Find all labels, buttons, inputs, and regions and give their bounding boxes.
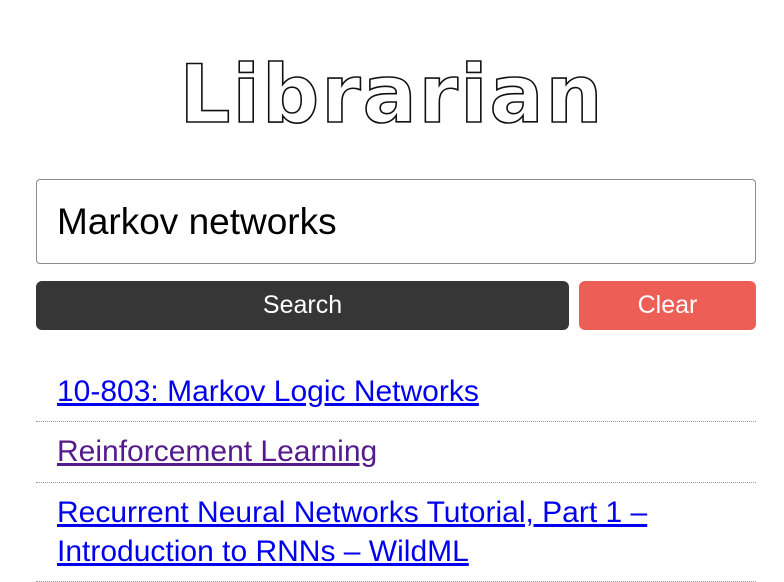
- result-link[interactable]: 10-803: Markov Logic Networks: [57, 375, 479, 408]
- results-list: 10-803: Markov Logic Networks Reinforcem…: [36, 362, 756, 582]
- search-button[interactable]: Search: [36, 281, 569, 330]
- result-item: Recurrent Neural Networks Tutorial, Part…: [36, 483, 756, 582]
- logo-wordmark: Librarian: [182, 54, 602, 138]
- result-item: 10-803: Markov Logic Networks: [36, 362, 756, 422]
- clear-button[interactable]: Clear: [579, 281, 756, 330]
- logo-text: Librarian: [182, 54, 602, 138]
- result-link[interactable]: Reinforcement Learning: [57, 435, 377, 468]
- logo: Librarian: [0, 54, 784, 138]
- result-link[interactable]: Recurrent Neural Networks Tutorial, Part…: [57, 496, 647, 568]
- page: Librarian Search Clear 10-803: Markov Lo…: [0, 0, 784, 582]
- result-item: Reinforcement Learning: [36, 422, 756, 483]
- search-input[interactable]: [36, 179, 756, 264]
